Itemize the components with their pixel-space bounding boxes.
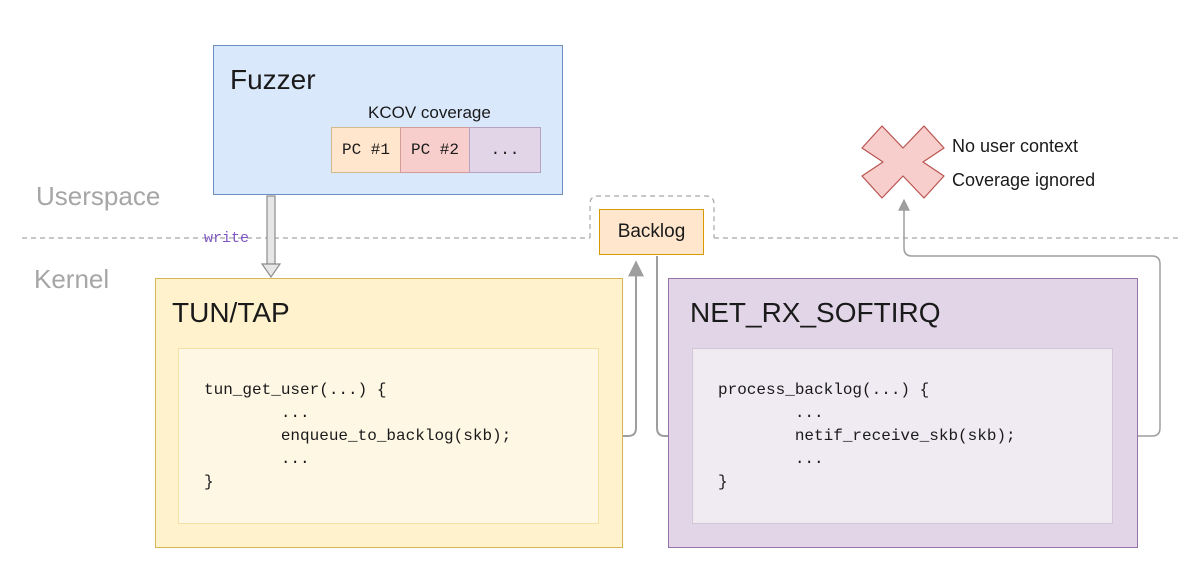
write-label: write: [204, 230, 250, 247]
net-code-line-4: ...: [718, 450, 824, 468]
tun-code-line-3: enqueue_to_backlog(skb);: [204, 427, 512, 445]
note-no-user-context: No user context: [952, 136, 1079, 156]
userspace-label: Userspace: [36, 181, 161, 211]
pc-cell-ellipsis: ...: [469, 127, 541, 173]
net-code-line-5: }: [718, 473, 728, 491]
backlog-label: Backlog: [617, 221, 686, 242]
kernel-label: Kernel: [34, 264, 110, 294]
pc-cell-1: PC #1: [331, 127, 401, 173]
pc-cell-2: PC #2: [400, 127, 470, 173]
backlog-box: Backlog: [599, 209, 704, 255]
tun-code-line-2: ...: [204, 404, 310, 422]
net-code-line-3: netif_receive_skb(skb);: [718, 427, 1016, 445]
kcov-coverage-label: KCOV coverage: [368, 103, 491, 122]
x-mark-icon: [861, 125, 945, 199]
pc-cell-ellipsis-label: ...: [490, 141, 520, 159]
fuzzer-title: Fuzzer: [230, 64, 316, 95]
net-code-line-2: ...: [718, 404, 824, 422]
tun-code-line-4: ...: [204, 450, 310, 468]
net-code-line-1: process_backlog(...) {: [718, 381, 930, 399]
net-rx-softirq-title: NET_RX_SOFTIRQ: [690, 297, 941, 328]
write-arrow: [260, 195, 282, 279]
tun-tap-title: TUN/TAP: [172, 297, 290, 328]
pc-cell-2-label: PC #2: [410, 141, 459, 159]
note-coverage-ignored: Coverage ignored: [952, 170, 1096, 190]
pc-cell-1-label: PC #1: [341, 141, 390, 159]
tun-code-line-1: tun_get_user(...) {: [204, 381, 387, 399]
tun-code-line-5: }: [204, 473, 214, 491]
